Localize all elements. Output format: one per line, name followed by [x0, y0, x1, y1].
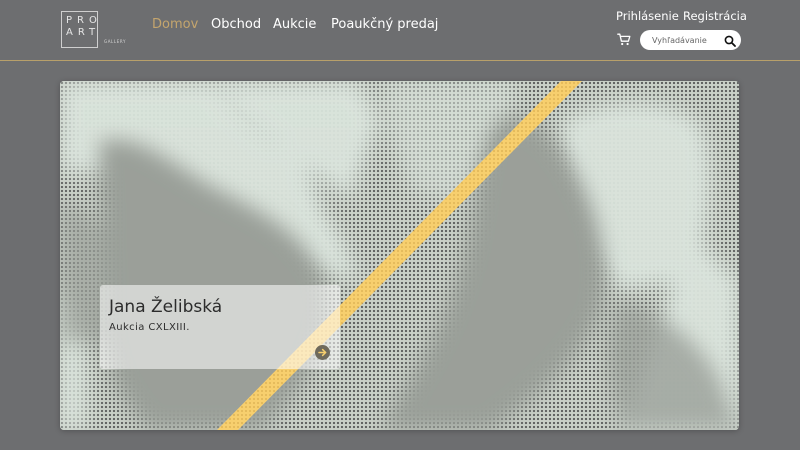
login-link[interactable]: Prihlásenie	[616, 8, 679, 24]
nav-item-poaukcny-predaj[interactable]: Poaukčný predaj	[331, 16, 438, 34]
logo[interactable]: PRO ART	[61, 11, 98, 48]
search-icon[interactable]	[724, 34, 736, 47]
hero-banner[interactable]: Jana Želibská Aukcia CXLXIII.	[60, 81, 739, 430]
hero-title: Jana Želibská	[109, 297, 223, 317]
arrow-right-circle-icon[interactable]	[315, 345, 330, 360]
register-link[interactable]: Registrácia	[683, 8, 747, 24]
nav-item-obchod[interactable]: Obchod	[211, 16, 261, 34]
logo-subtitle: GALLERY	[104, 39, 126, 44]
hero-artwork	[60, 81, 739, 430]
nav-item-aukcie[interactable]: Aukcie	[273, 16, 316, 34]
cart-icon[interactable]	[617, 33, 631, 46]
hero-caption-card[interactable]: Jana Želibská Aukcia CXLXIII.	[100, 285, 340, 369]
search-input[interactable]	[640, 30, 720, 50]
search-box	[640, 30, 741, 50]
logo-text: PRO ART	[66, 15, 102, 38]
nav-item-domov[interactable]: Domov	[152, 16, 198, 34]
site-header: PRO ART GALLERY Domov Obchod Aukcie Poauk…	[0, 0, 800, 61]
hero-subtitle: Aukcia CXLXIII.	[109, 322, 190, 333]
